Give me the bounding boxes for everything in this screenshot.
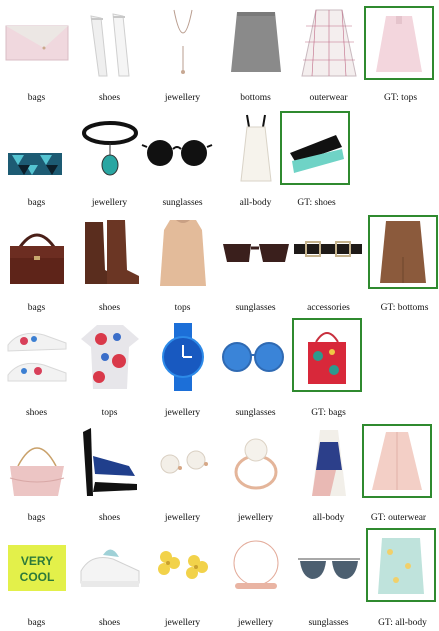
outfit-row-4: shoes tops jewellery sunglasses GT: bags [0, 315, 439, 420]
gt-label: GT: tops [383, 93, 418, 103]
blue-watch-image [150, 321, 216, 393]
svg-text:VERY: VERY [21, 554, 53, 568]
ground-truth-image-frame [366, 528, 436, 602]
white-sneaker-image [77, 531, 143, 603]
item-cell: jewellery [146, 525, 219, 630]
item-cell: sunglasses [292, 525, 365, 630]
gt-label: GT: outerwear [370, 513, 427, 523]
gt-label: GT: all-body [378, 618, 427, 628]
item-cell: bags [0, 0, 73, 105]
ground-truth-image-frame [362, 424, 432, 498]
item-cell: sunglasses [219, 210, 292, 315]
bracelet-image [223, 531, 289, 603]
item-cell: jewellery [146, 420, 219, 525]
item-cell: jewellery [73, 105, 146, 210]
item-cell: outerwear [292, 0, 365, 105]
gt-cell: GT: all-body [366, 525, 439, 630]
item-cell: bags [0, 105, 73, 210]
plaid-coat-image [296, 6, 362, 78]
outfit-row-6: VERYCOOL bags shoes jewellery jewellery [0, 525, 439, 630]
item-cell: shoes [73, 525, 146, 630]
item-cell: jewellery [146, 315, 219, 420]
item-cell: tops [73, 315, 146, 420]
aviator-sunglasses-image [296, 531, 362, 603]
ground-truth-image-frame [368, 215, 438, 289]
item-cell: shoes [73, 210, 146, 315]
choker-necklace-image [77, 111, 143, 183]
item-cell: VERY COOL bags [0, 525, 73, 630]
necklace-image [150, 6, 216, 78]
item-cell: bottoms [219, 0, 292, 105]
brown-boots-image [77, 216, 143, 288]
outfit-row-3: bags shoes tops sunglasses accessories G… [0, 210, 439, 315]
gt-label: GT: bags [311, 408, 346, 418]
ground-truth-image-frame [280, 111, 350, 185]
item-cell: bags [0, 210, 73, 315]
outfit-row-1: bags shoes jewellery bottoms outerwear G… [0, 0, 439, 105]
floral-tshirt-image [77, 321, 143, 393]
item-cell: all-body [292, 420, 365, 525]
pink-ruffle-bag-image [4, 426, 70, 498]
item-cell: sunglasses [219, 315, 292, 420]
yellow-clutch-image: VERY COOL [4, 531, 70, 603]
round-sunglasses-image [140, 111, 220, 183]
gt-cell: GT: bottoms [368, 210, 439, 315]
floral-sneakers-image [4, 321, 70, 393]
svg-text:COOL: COOL [20, 570, 55, 584]
ground-truth-image-frame [292, 318, 362, 392]
item-cell: accessories [292, 210, 365, 315]
item-label: accessories [307, 303, 350, 313]
blue-sunglasses-image [217, 321, 289, 393]
beige-sweater-image [150, 216, 216, 288]
colorblock-dress-image [296, 426, 362, 498]
gt-label: GT: bottoms [380, 303, 429, 313]
item-cell: jewellery [146, 0, 219, 105]
item-cell: bags [0, 420, 73, 525]
item-cell: shoes [0, 315, 73, 420]
white-heels-image [77, 6, 143, 78]
gt-cell: GT: shoes [280, 105, 353, 210]
pearl-ring-image [223, 426, 289, 498]
gt-cell: GT: outerwear [362, 420, 435, 525]
flower-earrings-image [150, 531, 216, 603]
item-cell: tops [146, 210, 219, 315]
item-cell: jewellery [219, 420, 292, 525]
item-cell: shoes [73, 0, 146, 105]
item-label: sunglasses [308, 618, 349, 628]
cat-eye-sunglasses-image [219, 216, 293, 288]
grey-skirt-image [223, 6, 289, 78]
belt-image [292, 216, 364, 288]
gt-label: GT: shoes [297, 198, 336, 208]
outfit-row-2: bags jewellery sunglasses all-body GT: s… [0, 105, 439, 210]
brown-handbag-image [4, 216, 70, 288]
blue-sandals-image [77, 426, 143, 498]
item-cell: shoes [73, 420, 146, 525]
item-cell: jewellery [219, 525, 292, 630]
patterned-clutch-image [4, 151, 70, 179]
clutch-bag-image [4, 18, 70, 68]
pearl-earrings-image [150, 426, 216, 498]
outfit-row-5: bags shoes jewellery jewellery all-body [0, 420, 439, 525]
ground-truth-image-frame [364, 6, 434, 80]
item-cell: sunglasses [141, 105, 219, 210]
outfit-grid: bags shoes jewellery bottoms outerwear G… [0, 0, 439, 631]
gt-cell: GT: tops [364, 0, 437, 105]
gt-cell: GT: bags [292, 315, 365, 420]
